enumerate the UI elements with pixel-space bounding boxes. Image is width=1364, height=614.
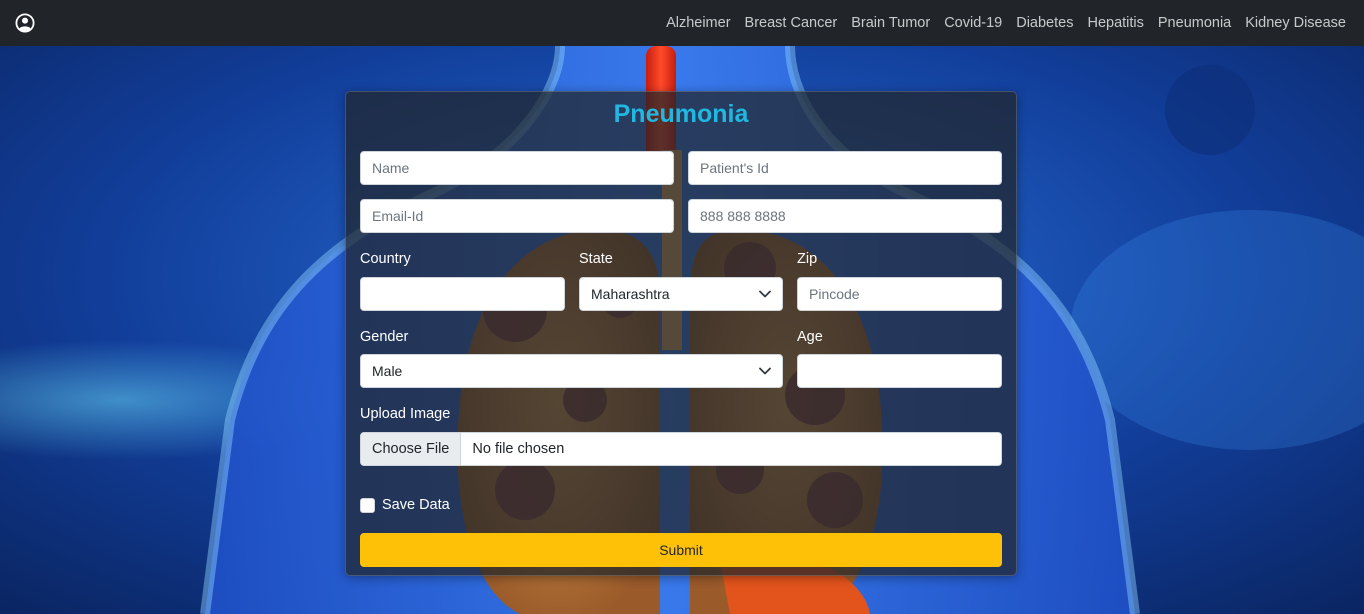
chevron-down-icon xyxy=(759,367,771,375)
nav-link-hepatitis[interactable]: Hepatitis xyxy=(1080,15,1150,31)
patient-id-input[interactable] xyxy=(688,151,1002,185)
state-label: State xyxy=(579,251,613,267)
country-label: Country xyxy=(360,251,411,267)
submit-button[interactable]: Submit xyxy=(360,533,1002,567)
save-data-label: Save Data xyxy=(382,497,450,513)
zip-input[interactable] xyxy=(797,277,1002,311)
name-input[interactable] xyxy=(360,151,674,185)
save-data-row: Save Data xyxy=(360,497,450,513)
save-data-checkbox[interactable] xyxy=(360,497,375,513)
age-label: Age xyxy=(797,329,823,345)
age-input[interactable] xyxy=(797,354,1002,388)
user-circle-icon[interactable] xyxy=(15,13,35,33)
gender-select-value: Male xyxy=(372,363,403,379)
file-status-text: No file chosen xyxy=(472,441,565,457)
email-input[interactable] xyxy=(360,199,674,233)
nav-link-pneumonia[interactable]: Pneumonia xyxy=(1151,15,1238,31)
nav-link-alzheimer[interactable]: Alzheimer xyxy=(659,15,737,31)
nav-link-brain-tumor[interactable]: Brain Tumor xyxy=(844,15,937,31)
nav-link-diabetes[interactable]: Diabetes xyxy=(1009,15,1080,31)
nav-link-breast-cancer[interactable]: Breast Cancer xyxy=(738,15,845,31)
zip-label: Zip xyxy=(797,251,818,267)
state-select-value: Maharashtra xyxy=(591,286,670,302)
gender-select[interactable]: Male xyxy=(360,354,783,388)
phone-input[interactable] xyxy=(688,199,1002,233)
patient-form-card: Pneumonia Country State Zip Maharashtra … xyxy=(345,91,1017,576)
nav-links: Alzheimer Breast Cancer Brain Tumor Covi… xyxy=(659,0,1346,46)
state-select[interactable]: Maharashtra xyxy=(579,277,783,311)
nav-link-covid-19[interactable]: Covid-19 xyxy=(937,15,1009,31)
upload-image-label: Upload Image xyxy=(360,406,451,422)
form-title: Pneumonia xyxy=(613,100,749,128)
nav-link-kidney-disease[interactable]: Kidney Disease xyxy=(1238,15,1346,31)
choose-file-button[interactable]: Choose File xyxy=(361,433,462,465)
upload-image-input[interactable]: Choose File No file chosen xyxy=(360,432,1002,466)
country-input[interactable] xyxy=(360,277,565,311)
top-navbar: Alzheimer Breast Cancer Brain Tumor Covi… xyxy=(0,0,1364,46)
gender-label: Gender xyxy=(360,329,409,345)
chevron-down-icon xyxy=(759,290,771,298)
